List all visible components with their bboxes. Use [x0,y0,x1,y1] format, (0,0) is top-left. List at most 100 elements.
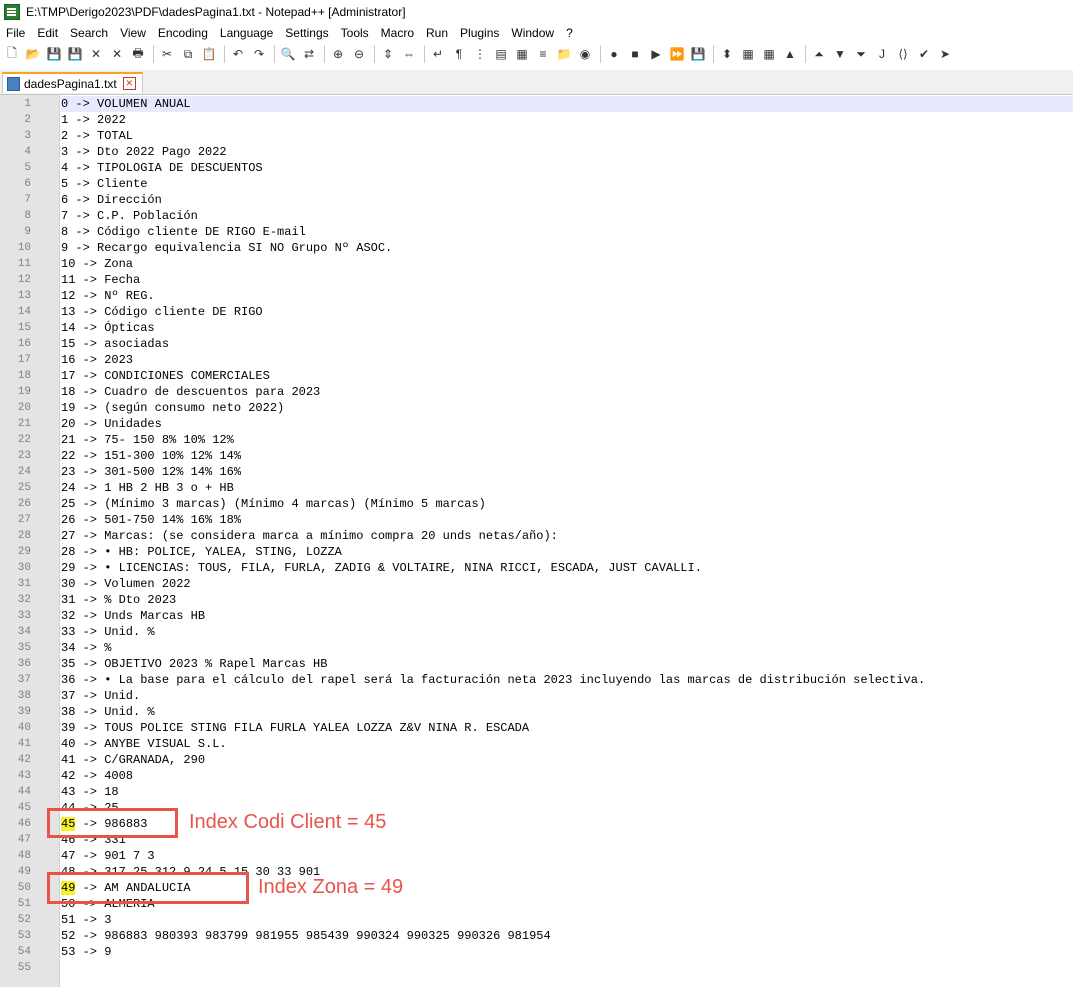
text-line[interactable]: 39 -> TOUS POLICE STING FILA FURLA YALEA… [61,720,529,736]
menu-encoding[interactable]: Encoding [152,26,214,40]
next-icon[interactable]: ▼ [832,46,848,62]
text-line[interactable]: 53 -> 9 [61,944,111,960]
cut-icon[interactable]: ✂ [159,46,175,62]
indent-guide-icon[interactable]: ⋮ [472,46,488,62]
last-icon[interactable]: ⏷ [853,46,869,62]
text-line[interactable]: 13 -> Código cliente DE RIGO [61,304,263,320]
close-tab-icon[interactable]: ✕ [122,77,136,90]
text-line[interactable]: 16 -> 2023 [61,352,133,368]
text-line[interactable]: 21 -> 75- 150 8% 10% 12% [61,432,234,448]
text-line[interactable]: 40 -> ANYBE VISUAL S.L. [61,736,227,752]
doc-map-icon[interactable]: ▦ [514,46,530,62]
insert-line-icon[interactable]: ⬍ [719,46,735,62]
menu-view[interactable]: View [114,26,152,40]
undo-icon[interactable]: ↶ [230,46,246,62]
text-line[interactable]: 38 -> Unid. % [61,704,155,720]
text-line[interactable]: 35 -> OBJETIVO 2023 % Rapel Marcas HB [61,656,327,672]
tab-dadespagina1[interactable]: dadesPagina1.txt ✕ [2,72,143,93]
compare-icon[interactable]: ▦ [740,46,756,62]
menu-window[interactable]: Window [505,26,560,40]
spellcheck-icon[interactable]: ✔ [916,46,932,62]
clear-compare-icon[interactable]: ▦ [761,46,777,62]
zoom-in-icon[interactable]: ⊕ [330,46,346,62]
udl-icon[interactable]: ▤ [493,46,509,62]
text-line[interactable]: 4 -> TIPOLOGIA DE DESCUENTOS [61,160,263,176]
text-line[interactable]: 14 -> Ópticas [61,320,155,336]
text-line[interactable]: 34 -> % [61,640,111,656]
show-all-chars-icon[interactable]: ¶ [451,46,467,62]
menu-tools[interactable]: Tools [335,26,375,40]
folder-workspace-icon[interactable]: 📁 [556,46,572,62]
monitor-icon[interactable]: ◉ [577,46,593,62]
play-multiple-icon[interactable]: ⏩ [669,46,685,62]
save-all-icon[interactable]: 💾 [67,46,83,62]
text-line[interactable]: 36 -> • La base para el cálculo del rape… [61,672,925,688]
function-list-icon[interactable]: ≡ [535,46,551,62]
text-line[interactable]: 32 -> Unds Marcas HB [61,608,205,624]
jstool-icon[interactable]: J [874,46,890,62]
text-line[interactable]: 18 -> Cuadro de descuentos para 2023 [61,384,320,400]
new-file-icon[interactable]: 🗋 [4,46,20,62]
text-line[interactable]: 22 -> 151-300 10% 12% 14% [61,448,241,464]
save-icon[interactable]: 💾 [46,46,62,62]
text-line[interactable]: 29 -> • LICENCIAS: TOUS, FILA, FURLA, ZA… [61,560,702,576]
replace-icon[interactable]: ⇄ [301,46,317,62]
redo-icon[interactable]: ↷ [251,46,267,62]
text-line[interactable]: 3 -> Dto 2022 Pago 2022 [61,144,227,160]
sync-vertical-icon[interactable]: ⇕ [380,46,396,62]
play-macro-icon[interactable]: ▶ [648,46,664,62]
stop-record-icon[interactable]: ■ [627,46,643,62]
close-icon[interactable]: ✕ [88,46,104,62]
text-line[interactable]: 0 -> VOLUMEN ANUAL [61,96,191,112]
text-line[interactable]: 17 -> CONDICIONES COMERCIALES [61,368,270,384]
json-viewer-icon[interactable]: ⟨⟩ [895,46,911,62]
copy-icon[interactable]: ⧉ [180,46,196,62]
menu-edit[interactable]: Edit [31,26,64,40]
menu-plugins[interactable]: Plugins [454,26,505,40]
text-line[interactable]: 9 -> Recargo equivalencia SI NO Grupo Nº… [61,240,392,256]
first-icon[interactable]: ⏶ [811,46,827,62]
save-macro-icon[interactable]: 💾 [690,46,706,62]
text-line[interactable]: 8 -> Código cliente DE RIGO E-mail [61,224,306,240]
text-line[interactable]: 26 -> 501-750 14% 16% 18% [61,512,241,528]
text-line[interactable]: 42 -> 4008 [61,768,133,784]
record-macro-icon[interactable]: ● [606,46,622,62]
text-line[interactable]: 23 -> 301-500 12% 14% 16% [61,464,241,480]
paste-icon[interactable]: 📋 [201,46,217,62]
text-line[interactable]: 51 -> 3 [61,912,111,928]
text-line[interactable]: 30 -> Volumen 2022 [61,576,191,592]
previous-icon[interactable]: ▲ [782,46,798,62]
text-line[interactable]: 12 -> Nº REG. [61,288,155,304]
text-line[interactable]: 6 -> Dirección [61,192,162,208]
menu-search[interactable]: Search [64,26,114,40]
menu-language[interactable]: Language [214,26,279,40]
menu-settings[interactable]: Settings [279,26,334,40]
text-line[interactable]: 7 -> C.P. Población [61,208,198,224]
menu-macro[interactable]: Macro [375,26,420,40]
text-line[interactable]: 47 -> 901 7 3 [61,848,155,864]
text-line[interactable]: 1 -> 2022 [61,112,126,128]
text-line[interactable]: 25 -> (Mínimo 3 marcas) (Mínimo 4 marcas… [61,496,486,512]
text-line[interactable]: 10 -> Zona [61,256,133,272]
find-icon[interactable]: 🔍 [280,46,296,62]
text-line[interactable]: 28 -> • HB: POLICE, YALEA, STING, LOZZA [61,544,342,560]
open-file-icon[interactable]: 📂 [25,46,41,62]
misc-icon[interactable]: ➤ [937,46,953,62]
print-icon[interactable]: 🖶 [130,46,146,62]
text-line[interactable]: 5 -> Cliente [61,176,147,192]
zoom-out-icon[interactable]: ⊖ [351,46,367,62]
text-line[interactable]: 15 -> asociadas [61,336,169,352]
text-line[interactable]: 52 -> 986883 980393 983799 981955 985439… [61,928,551,944]
menu-run[interactable]: Run [420,26,454,40]
text-line[interactable]: 31 -> % Dto 2023 [61,592,176,608]
text-line[interactable]: 37 -> Unid. [61,688,140,704]
menu-file[interactable]: File [0,26,31,40]
text-line[interactable]: 41 -> C/GRANADA, 290 [61,752,205,768]
text-line[interactable]: 11 -> Fecha [61,272,140,288]
editor[interactable]: 1 2 3 4 5 6 7 8 9 10 11 12 13 14 15 16 17 18 19 20 21 22 23 24 2… [0,95,1073,987]
text-line[interactable]: 43 -> 18 [61,784,119,800]
text-line[interactable]: 19 -> (según consumo neto 2022) [61,400,284,416]
word-wrap-icon[interactable]: ↵ [430,46,446,62]
text-line[interactable]: 20 -> Unidades [61,416,162,432]
text-line[interactable]: 2 -> TOTAL [61,128,133,144]
